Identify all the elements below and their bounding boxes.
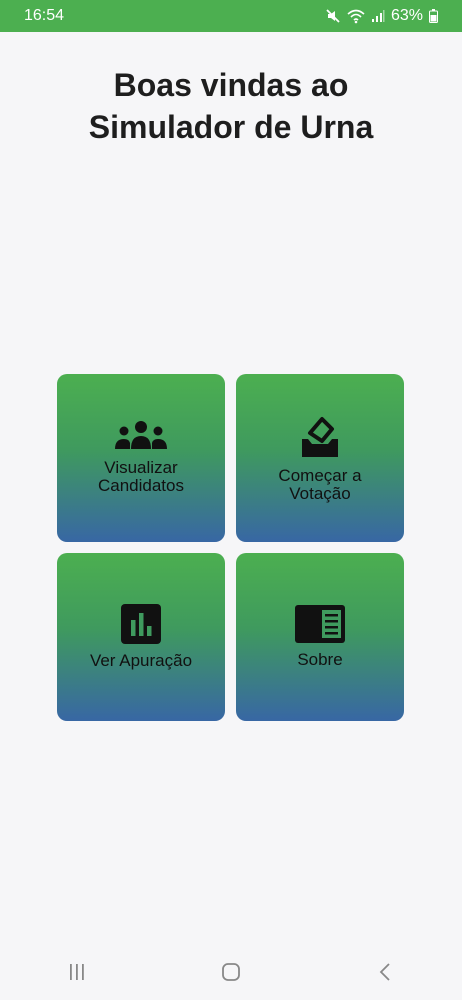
ballot-box-icon bbox=[298, 413, 342, 459]
back-icon bbox=[379, 963, 390, 981]
bar-chart-icon bbox=[121, 604, 161, 644]
battery-text: 63% bbox=[390, 7, 423, 24]
title-line-2: Simulador de Urna bbox=[88, 109, 374, 145]
about-label: Sobre bbox=[297, 650, 343, 669]
view-candidates-button[interactable]: Visualizar Candidatos bbox=[57, 374, 225, 542]
home-icon bbox=[222, 963, 240, 981]
app-screen: 16:54 63% Boas vindas ao Simulador de Ur… bbox=[0, 0, 462, 1000]
recent-apps-icon bbox=[70, 964, 84, 980]
status-bar: 16:54 63% bbox=[0, 0, 462, 32]
view-results-button[interactable]: Ver Apuração bbox=[57, 553, 225, 721]
people-group-icon bbox=[113, 421, 169, 451]
status-time: 16:54 bbox=[24, 7, 65, 24]
wifi-icon bbox=[347, 8, 365, 24]
page-title: Boas vindas ao Simulador de Urna bbox=[0, 64, 462, 148]
start-voting-button[interactable]: Começar a Votação bbox=[236, 374, 404, 542]
article-icon bbox=[295, 605, 345, 643]
title-line-1: Boas vindas ao bbox=[113, 67, 349, 103]
start-voting-label: Começar a Votação bbox=[278, 466, 362, 503]
back-button[interactable] bbox=[355, 952, 415, 992]
signal-icon bbox=[371, 9, 385, 23]
about-button[interactable]: Sobre bbox=[236, 553, 404, 721]
view-results-label: Ver Apuração bbox=[89, 651, 193, 670]
view-candidates-label: Visualizar Candidatos bbox=[97, 458, 184, 495]
battery-icon bbox=[429, 9, 438, 23]
home-button[interactable] bbox=[201, 952, 261, 992]
status-icons: 63% bbox=[325, 7, 438, 25]
system-nav-bar bbox=[0, 944, 462, 1000]
recent-apps-button[interactable] bbox=[47, 952, 107, 992]
mute-icon bbox=[325, 8, 341, 24]
